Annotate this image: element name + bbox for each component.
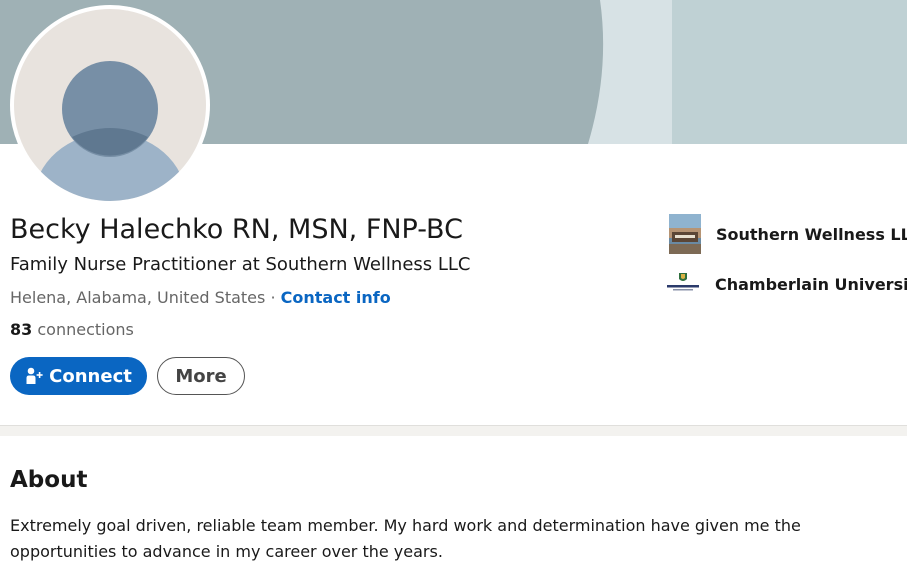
org-chamberlain-university[interactable]: Chamberlain University <box>665 269 907 299</box>
connect-button[interactable]: Connect <box>10 357 147 395</box>
org-southern-wellness[interactable]: Southern Wellness LLC <box>669 214 907 254</box>
profile-headline: Family Nurse Practitioner at Southern We… <box>10 254 471 275</box>
about-text: Extremely goal driven, reliable team mem… <box>10 516 801 561</box>
location-text: Helena, Alabama, United States <box>10 288 266 307</box>
connections-count[interactable]: 83 connections <box>10 320 134 339</box>
profile-avatar[interactable] <box>10 5 210 205</box>
add-person-icon <box>26 367 43 384</box>
contact-info-link[interactable]: Contact info <box>281 288 391 307</box>
more-label: More <box>175 365 227 387</box>
more-button[interactable]: More <box>157 357 245 395</box>
building-photo-icon <box>669 214 701 254</box>
connections-label: connections <box>37 320 134 339</box>
chamberlain-logo-icon <box>665 269 701 299</box>
profile-location-line: Helena, Alabama, United States · Contact… <box>10 288 391 307</box>
about-heading: About <box>10 467 88 493</box>
connect-label: Connect <box>49 365 132 387</box>
profile-name: Becky Halechko RN, MSN, FNP-BC <box>10 214 463 245</box>
org-name: Chamberlain University <box>715 274 907 294</box>
section-divider <box>0 425 907 436</box>
org-name: Southern Wellness LLC <box>716 224 907 244</box>
separator-dot: · <box>270 288 276 307</box>
connections-number: 83 <box>10 320 33 339</box>
